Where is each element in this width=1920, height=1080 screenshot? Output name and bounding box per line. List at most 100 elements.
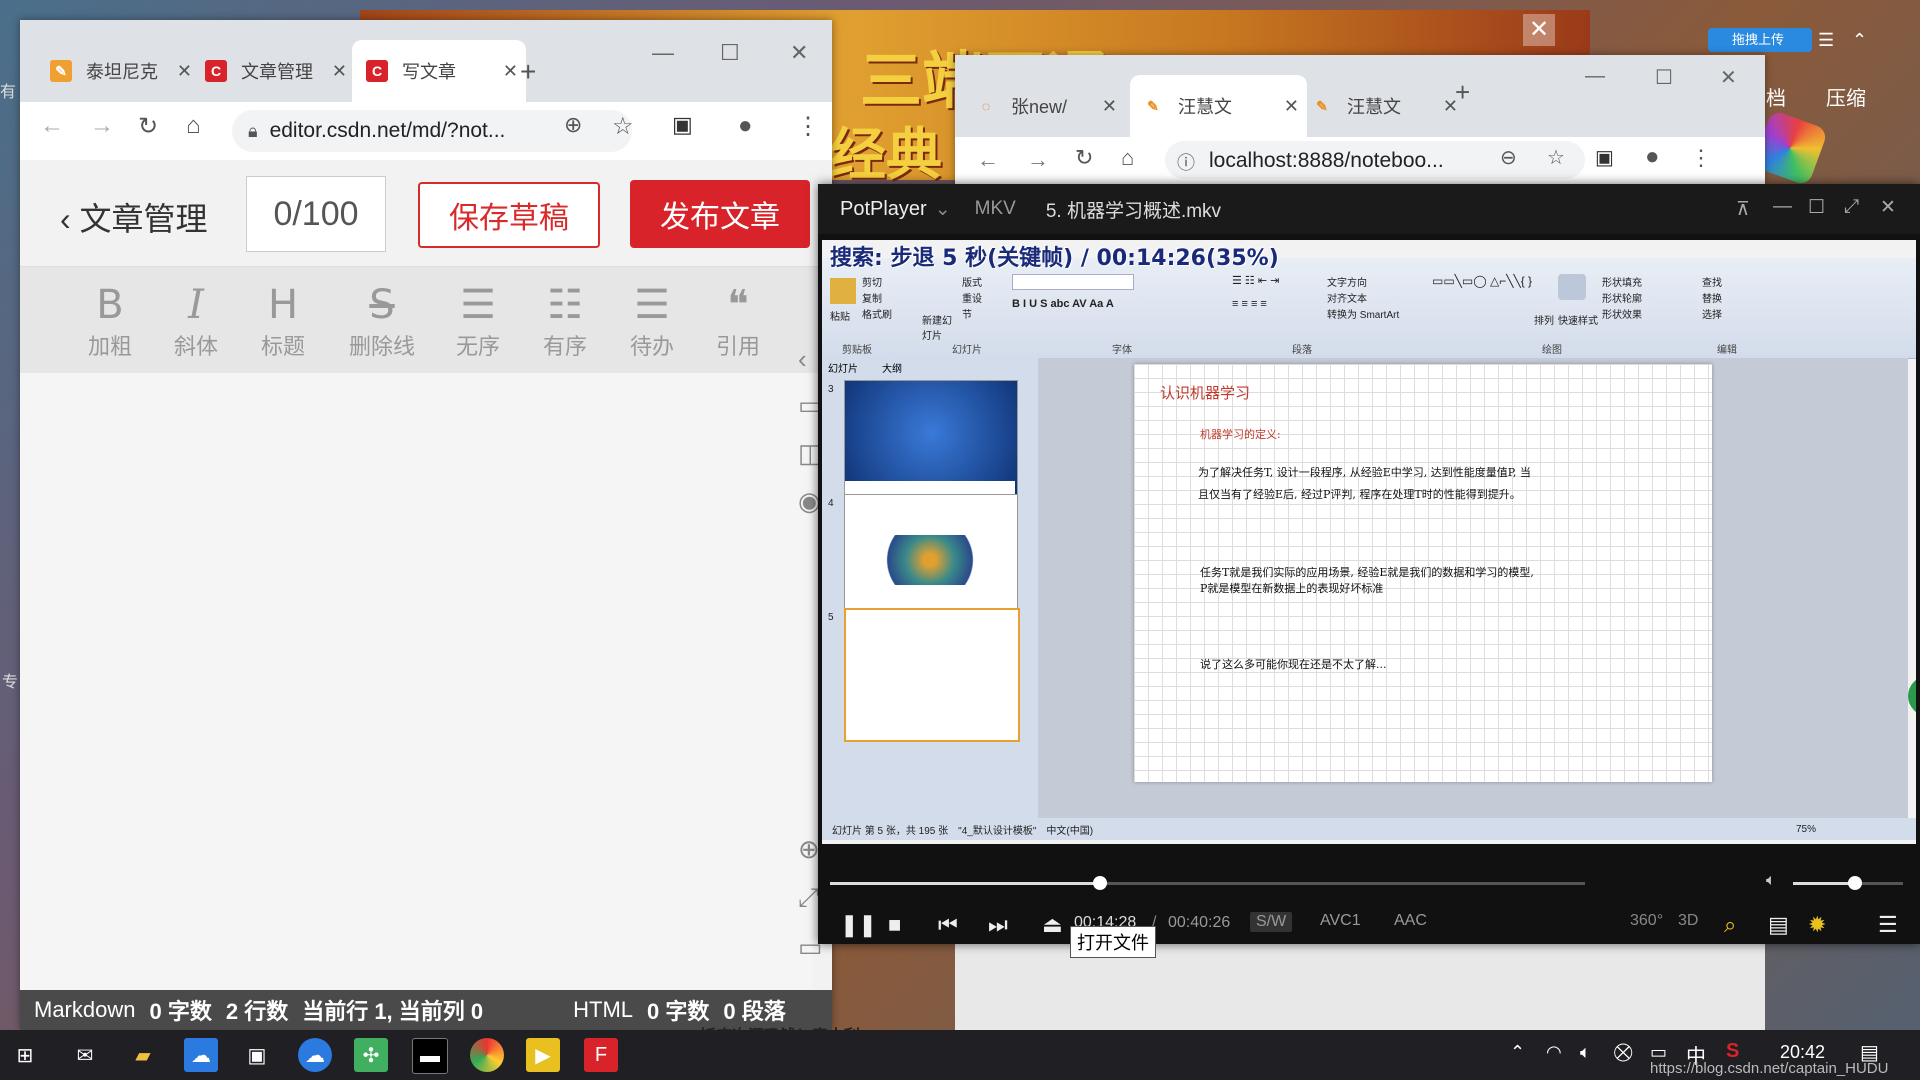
audio-codec-badge[interactable]: AAC [1394,912,1427,930]
tab-2[interactable]: C 文章管理 ✕ [195,40,355,102]
terminal-icon[interactable]: ▬ [412,1038,448,1074]
windows-start-icon[interactable]: ⊞ [8,1038,42,1072]
zoom-icon[interactable]: ⊕ [564,112,582,138]
maximize-button[interactable]: ☐ [1808,196,1825,219]
volume-handle[interactable] [1847,876,1862,890]
markdown-editor[interactable] [20,373,812,1010]
close-window-button[interactable]: ✕ [1880,196,1896,219]
save-draft-button[interactable]: 保存草稿 [418,182,600,248]
back-icon[interactable]: ← [977,147,999,173]
tab-3[interactable]: C 写文章 ✕ [352,40,526,102]
ordered-list-button[interactable]: ☷ 有序 [525,281,605,361]
more-icon[interactable]: ⋮ [796,112,820,141]
heading-button[interactable]: H 标题 [243,281,323,361]
volume-icon[interactable]: 🔈︎ [1766,872,1776,890]
bold-button[interactable]: B 加粗 [70,281,150,361]
star-icon[interactable]: ☆ [1547,145,1565,170]
italic-button[interactable]: I 斜体 [156,281,236,361]
app-menu-button[interactable]: PotPlayer [840,198,927,221]
tab-right-1[interactable]: ◌ 张new/ ✕ [975,75,1125,137]
extension-icon[interactable]: ▣ [1595,145,1614,170]
maximize-button[interactable]: ☐ [1655,65,1673,90]
app-pinwheel-icon[interactable]: ✣ [354,1038,388,1072]
potplayer-icon[interactable]: ▶ [526,1038,560,1072]
3d-icon[interactable]: 3D [1678,912,1698,930]
photos-icon[interactable]: ☁ [184,1038,218,1072]
slide-thumbnail-5-selected[interactable] [844,608,1020,742]
forward-icon[interactable]: → [90,112,114,140]
next-icon[interactable]: ⏭ [988,912,1008,938]
seek-bar[interactable] [830,876,1585,890]
close-icon[interactable]: ✕ [177,61,192,82]
cloud-icon[interactable]: ☁ [298,1038,332,1072]
quote-button[interactable]: ❝ 引用 [698,281,778,361]
network-icon[interactable]: ⛒ [1614,1042,1632,1063]
maximize-button[interactable]: ☐ [720,40,740,66]
search-list-icon[interactable]: ⌕ [1724,912,1736,938]
minimize-button[interactable]: — [1773,196,1792,218]
menu-icon[interactable]: ☰ [1818,30,1834,51]
chevron-up-icon[interactable]: ⌃ [1852,30,1867,51]
minimize-button[interactable]: — [652,40,674,66]
back-to-manage-button[interactable]: ‹ 文章管理 [60,194,208,240]
seek-handle[interactable] [1093,876,1108,890]
wifi-icon[interactable]: ◠ [1546,1042,1562,1063]
forward-icon[interactable]: → [1027,147,1049,173]
collapse-icon[interactable]: ‹ [798,344,807,375]
strikethrough-button[interactable]: S 删除线 [342,281,422,361]
playlist-icon[interactable]: ▤ [1768,912,1789,938]
right-omnibox[interactable]: ⓘ localhost:8888/noteboo... [1165,141,1585,179]
fullscreen-icon[interactable]: ⤢ [1844,196,1859,218]
mail-icon[interactable]: ✉ [68,1038,102,1072]
current-slide[interactable]: 认识机器学习 机器学习的定义: 为了解决任务T, 设计一段程序, 从经验E中学习… [1134,364,1712,782]
stop-icon[interactable]: ■ [888,912,901,938]
volume-slider[interactable] [1793,876,1903,890]
star-icon[interactable]: ☆ [612,112,634,141]
new-tab-button[interactable]: + [1455,77,1470,108]
sw-decoder-badge[interactable]: S/W [1250,912,1293,932]
chevron-up-icon[interactable]: ⌃ [1510,1042,1525,1063]
tab-right-2[interactable]: ✎ 汪慧文 ✕ [1130,75,1307,137]
folder-icon[interactable]: ▰ [126,1038,160,1072]
open-file-icon[interactable]: ⏏ [1042,912,1063,938]
zoom-icon[interactable]: ⊖ [1500,145,1517,170]
menu-icon[interactable]: ☰ [1878,912,1898,938]
close-window-button[interactable]: ✕ [1720,65,1737,90]
speaker-icon[interactable]: 🔈︎ [1580,1042,1591,1063]
extension-icon[interactable]: ▣ [672,112,693,138]
title-input[interactable]: 0/100 [246,176,386,252]
chevron-down-icon[interactable]: ⌄ [935,198,951,221]
url-text[interactable]: editor.csdn.net/md/?not... [270,119,506,143]
home-icon[interactable]: ⌂ [1121,145,1134,171]
minimize-button[interactable]: — [1585,65,1605,88]
upload-button[interactable]: 拖拽上传 [1708,28,1812,52]
profile-icon[interactable]: ● [738,112,753,140]
close-icon[interactable]: ✕ [332,61,347,82]
chrome-icon[interactable] [470,1038,504,1072]
fullscreen-icon[interactable]: ⤢ [798,882,819,914]
right-url-text[interactable]: localhost:8888/noteboo... [1209,149,1444,173]
video-frame[interactable]: 搜索: 步退 5 秒(关键帧) / 00:14:26(35%) 粘贴 剪切 复制… [822,240,1916,844]
gear-icon[interactable]: ✹ [1808,912,1826,938]
publish-button[interactable]: 发布文章 [630,180,810,248]
close-icon[interactable]: ✕ [503,61,518,82]
reload-icon[interactable]: ↻ [1075,145,1093,171]
tab-right-3[interactable]: ✎ 汪慧文 ✕ [1295,75,1466,137]
close-window-button[interactable]: ✕ [790,40,808,66]
new-tab-button[interactable]: + [520,56,536,88]
banner-close-icon[interactable]: ✕ [1523,14,1555,46]
video-codec-badge[interactable]: AVC1 [1320,912,1361,930]
home-icon[interactable]: ⌂ [186,112,201,140]
more-icon[interactable]: ⋮ [1690,145,1712,171]
unordered-list-button[interactable]: ☰ 无序 [438,281,518,361]
pin-icon[interactable]: ⊼ [1736,198,1750,221]
pause-icon[interactable]: ❚❚ [840,912,877,938]
close-icon[interactable]: ✕ [1102,96,1117,117]
reload-icon[interactable]: ↻ [138,112,158,141]
tab-1[interactable]: ✎ 泰坦尼克 ✕ [40,40,200,102]
back-icon[interactable]: ← [40,112,64,140]
flashfxp-icon[interactable]: F [584,1038,618,1072]
previous-icon[interactable]: ⏮ [938,912,958,938]
target-icon[interactable]: ⊕ [798,834,820,865]
profile-icon[interactable]: ● [1645,143,1660,171]
